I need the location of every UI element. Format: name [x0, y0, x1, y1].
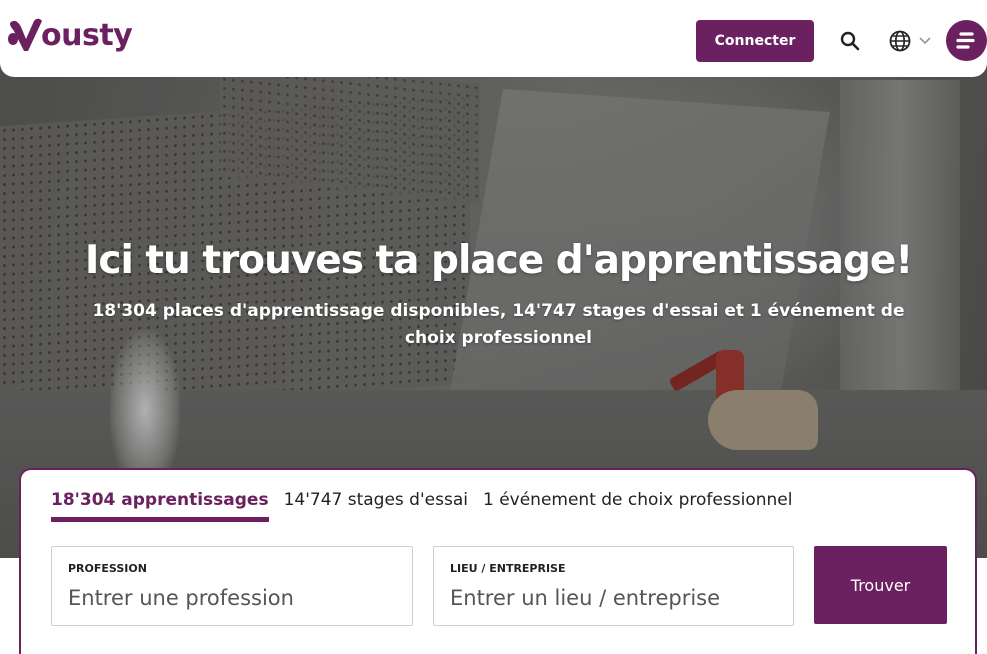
site-header: ousty Connecter	[0, 0, 987, 77]
tab-apprenticeships[interactable]: 18'304 apprentissages	[51, 490, 269, 522]
globe-icon	[889, 30, 911, 52]
logo-mark-icon	[8, 18, 42, 51]
search-tabs: 18'304 apprentissages 14'747 stages d'es…	[51, 490, 807, 522]
chevron-down-icon	[919, 37, 931, 45]
search-card: 18'304 apprentissages 14'747 stages d'es…	[19, 468, 977, 654]
tab-trial-internships[interactable]: 14'747 stages d'essai	[284, 490, 468, 517]
profession-input[interactable]	[68, 583, 393, 613]
logo-wordmark: ousty	[41, 17, 133, 53]
tab-career-events[interactable]: 1 événement de choix professionnel	[483, 490, 792, 517]
hero-subtitle: 18'304 places d'apprentissage disponible…	[92, 301, 905, 348]
search-button[interactable]	[838, 29, 862, 53]
search-icon	[840, 31, 860, 51]
find-button[interactable]: Trouver	[814, 546, 947, 624]
menu-icon	[956, 32, 975, 49]
location-label: LIEU / ENTREPRISE	[450, 562, 566, 575]
connect-button[interactable]: Connecter	[696, 20, 814, 62]
profession-label: PROFESSION	[68, 562, 147, 575]
location-input[interactable]	[450, 583, 775, 613]
site-logo[interactable]: ousty	[8, 14, 133, 56]
hero-title: Ici tu trouves ta place d'apprentissage!	[84, 238, 913, 283]
language-selector[interactable]	[888, 29, 934, 53]
profession-field[interactable]: PROFESSION	[51, 546, 413, 626]
menu-button[interactable]	[946, 20, 987, 61]
location-field[interactable]: LIEU / ENTREPRISE	[433, 546, 794, 626]
